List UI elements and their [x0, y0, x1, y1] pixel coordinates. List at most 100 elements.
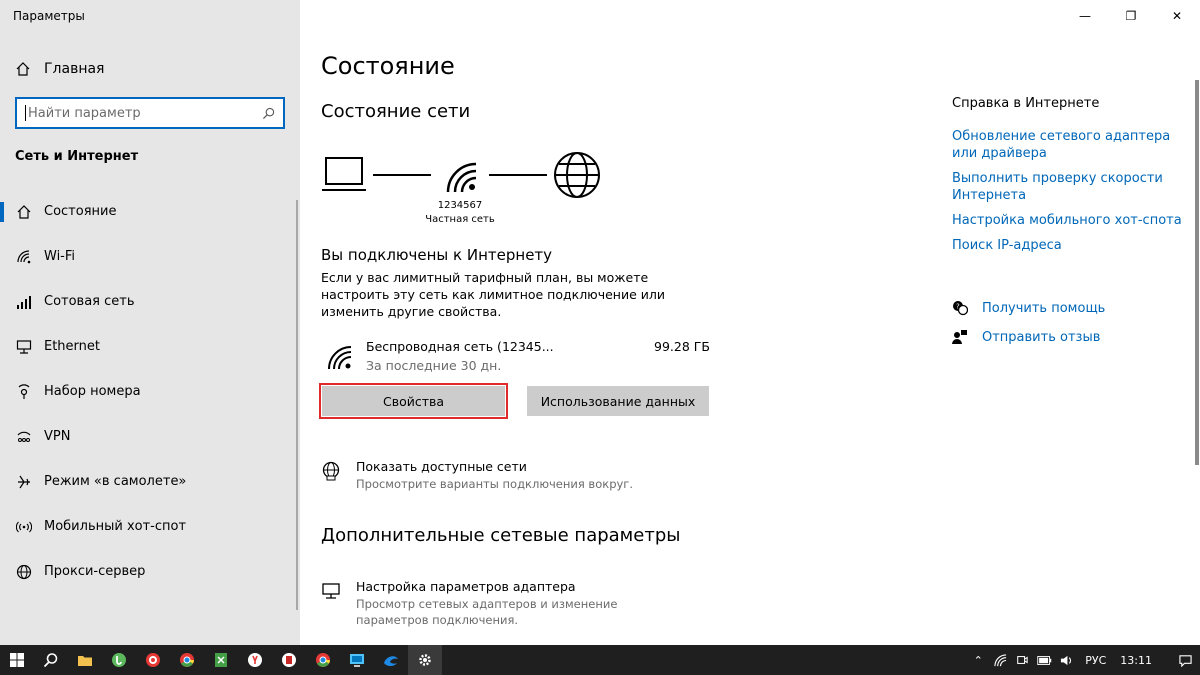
- notifications-icon[interactable]: [1170, 654, 1200, 667]
- data-usage-button[interactable]: Использование данных: [527, 386, 709, 416]
- advanced-settings-heading: Дополнительные сетевые параметры: [321, 525, 681, 546]
- adapter-icon: [322, 583, 340, 599]
- input-language-indicator[interactable]: РУС: [1085, 654, 1106, 667]
- battery-icon[interactable]: [1033, 655, 1055, 665]
- help-link-update-adapter[interactable]: Обновление сетевого адаптера или драйвер…: [952, 128, 1182, 162]
- yandex-browser-icon: [248, 653, 262, 667]
- globe-icon: [554, 152, 600, 198]
- home-icon: [15, 203, 33, 221]
- wifi-icon: [328, 346, 352, 370]
- taskbar-search-button[interactable]: [34, 645, 68, 675]
- sidebar-nav: Состояние Wi-Fi Сотовая сеть Ethernet На…: [0, 189, 300, 594]
- airplane-icon: [15, 473, 33, 491]
- help-link-hotspot[interactable]: Настройка мобильного хот-спота: [952, 212, 1182, 229]
- ethernet-icon: [15, 338, 33, 356]
- minimize-button[interactable]: —: [1062, 0, 1108, 32]
- laptop-icon: [322, 157, 366, 191]
- taskbar-app-torrent[interactable]: [102, 645, 136, 675]
- maximize-button[interactable]: ❐: [1108, 0, 1154, 32]
- sidebar-item-proxy[interactable]: Прокси-сервер: [0, 549, 300, 594]
- chat-help-icon: ?: [953, 301, 968, 316]
- sidebar-item-vpn[interactable]: VPN: [0, 414, 300, 459]
- get-help-label: Получить помощь: [982, 300, 1106, 316]
- taskbar-app-explorer[interactable]: [68, 645, 102, 675]
- sidebar-item-label: Сотовая сеть: [44, 294, 135, 309]
- sidebar-item-wifi[interactable]: Wi-Fi: [0, 234, 300, 279]
- search-box[interactable]: [15, 97, 285, 129]
- dialup-icon: [15, 383, 33, 401]
- taskbar-app-settings[interactable]: [408, 645, 442, 675]
- wifi-tray-icon[interactable]: [989, 653, 1011, 667]
- close-button[interactable]: ✕: [1154, 0, 1200, 32]
- sidebar-item-label: Wi-Fi: [44, 249, 76, 264]
- adapter-settings-title: Настройка параметров адаптера: [356, 579, 576, 594]
- sidebar-item-label: Прокси-сервер: [44, 564, 146, 579]
- system-clock[interactable]: 13:11: [1120, 654, 1152, 667]
- volume-icon[interactable]: [1055, 654, 1077, 667]
- target-icon: [146, 653, 160, 667]
- chrome-icon: [180, 653, 194, 667]
- taskbar-app-edge[interactable]: [374, 645, 408, 675]
- sidebar-item-label: Ethernet: [44, 339, 100, 354]
- network-type: Частная сеть: [425, 214, 495, 225]
- help-link-speed-test[interactable]: Выполнить проверку скорости Интернета: [952, 170, 1182, 204]
- taskbar-app-chrome-2[interactable]: [306, 645, 340, 675]
- properties-button[interactable]: Свойства: [319, 383, 508, 419]
- connection-name: Беспроводная сеть (12345...: [366, 339, 554, 354]
- taskbar: ⌃ РУС 13:11: [0, 645, 1200, 675]
- system-tray: ⌃ РУС 13:11: [967, 645, 1200, 675]
- wifi-icon: [446, 162, 477, 193]
- show-networks-subtitle: Просмотрите варианты подключения вокруг.: [356, 477, 633, 491]
- network-name: 1234567: [437, 200, 483, 211]
- sidebar-item-label: Набор номера: [44, 384, 141, 399]
- home-icon: [16, 62, 30, 76]
- globe-icon: [15, 563, 33, 581]
- start-button[interactable]: [0, 645, 34, 675]
- search-icon[interactable]: [262, 107, 275, 120]
- vpn-icon: [15, 428, 33, 446]
- taskbar-app-excel[interactable]: [204, 645, 238, 675]
- sidebar-home-label: Главная: [44, 61, 105, 77]
- help-links: Обновление сетевого адаптера или драйвер…: [952, 128, 1182, 262]
- get-help-link[interactable]: ? Получить помощь: [952, 300, 1105, 316]
- show-networks-option[interactable]: Показать доступные сети Просмотрите вари…: [321, 459, 701, 499]
- chevron-up-icon[interactable]: ⌃: [967, 654, 989, 667]
- sidebar-item-cellular[interactable]: Сотовая сеть: [0, 279, 300, 324]
- feedback-link[interactable]: Отправить отзыв: [952, 329, 1100, 345]
- sidebar-home[interactable]: Главная: [15, 58, 104, 80]
- connection-row: Беспроводная сеть (12345... За последние…: [325, 337, 710, 377]
- sidebar-scrollbar[interactable]: [296, 200, 298, 610]
- sidebar: Параметры Главная Сеть и Интернет Состоя…: [0, 0, 300, 645]
- taskbar-app-target[interactable]: [136, 645, 170, 675]
- data-usage-amount: 99.28 ГБ: [654, 339, 710, 354]
- taskbar-app-chrome[interactable]: [170, 645, 204, 675]
- main-scrollbar[interactable]: [1195, 80, 1199, 465]
- sidebar-item-airplane[interactable]: Режим «в самолете»: [0, 459, 300, 504]
- sidebar-item-label: Режим «в самолете»: [44, 474, 187, 489]
- hotspot-icon: [15, 518, 33, 536]
- metered-description: Если у вас лимитный тарифный план, вы мо…: [321, 270, 665, 319]
- sidebar-item-dialup[interactable]: Набор номера: [0, 369, 300, 414]
- text-caret: [25, 105, 26, 121]
- wifi-icon: [15, 248, 33, 266]
- sidebar-item-hotspot[interactable]: Мобильный хот-спот: [0, 504, 300, 549]
- feedback-label: Отправить отзыв: [982, 329, 1101, 345]
- sidebar-item-label: VPN: [44, 429, 71, 444]
- taskbar-app-monitor[interactable]: [340, 645, 374, 675]
- adapter-settings-subtitle: Просмотр сетевых адаптеров и изменение п…: [356, 597, 618, 627]
- taskbar-app-yandex[interactable]: [238, 645, 272, 675]
- webcam-icon[interactable]: [1011, 654, 1033, 666]
- search-icon: [43, 653, 58, 668]
- spreadsheet-icon: [215, 653, 227, 667]
- sidebar-item-status[interactable]: Состояние: [0, 189, 300, 234]
- connected-heading: Вы подключены к Интернету: [321, 246, 553, 264]
- help-link-ip-address[interactable]: Поиск IP-адреса: [952, 237, 1182, 254]
- help-heading: Справка в Интернете: [952, 96, 1100, 111]
- gear-icon: [419, 654, 431, 666]
- taskbar-app-pdf[interactable]: [272, 645, 306, 675]
- adapter-settings-option[interactable]: Настройка параметров адаптера Просмотр с…: [321, 579, 701, 629]
- search-input[interactable]: [28, 105, 262, 121]
- sidebar-item-ethernet[interactable]: Ethernet: [0, 324, 300, 369]
- network-status-heading: Состояние сети: [321, 101, 471, 122]
- cellular-icon: [15, 293, 33, 311]
